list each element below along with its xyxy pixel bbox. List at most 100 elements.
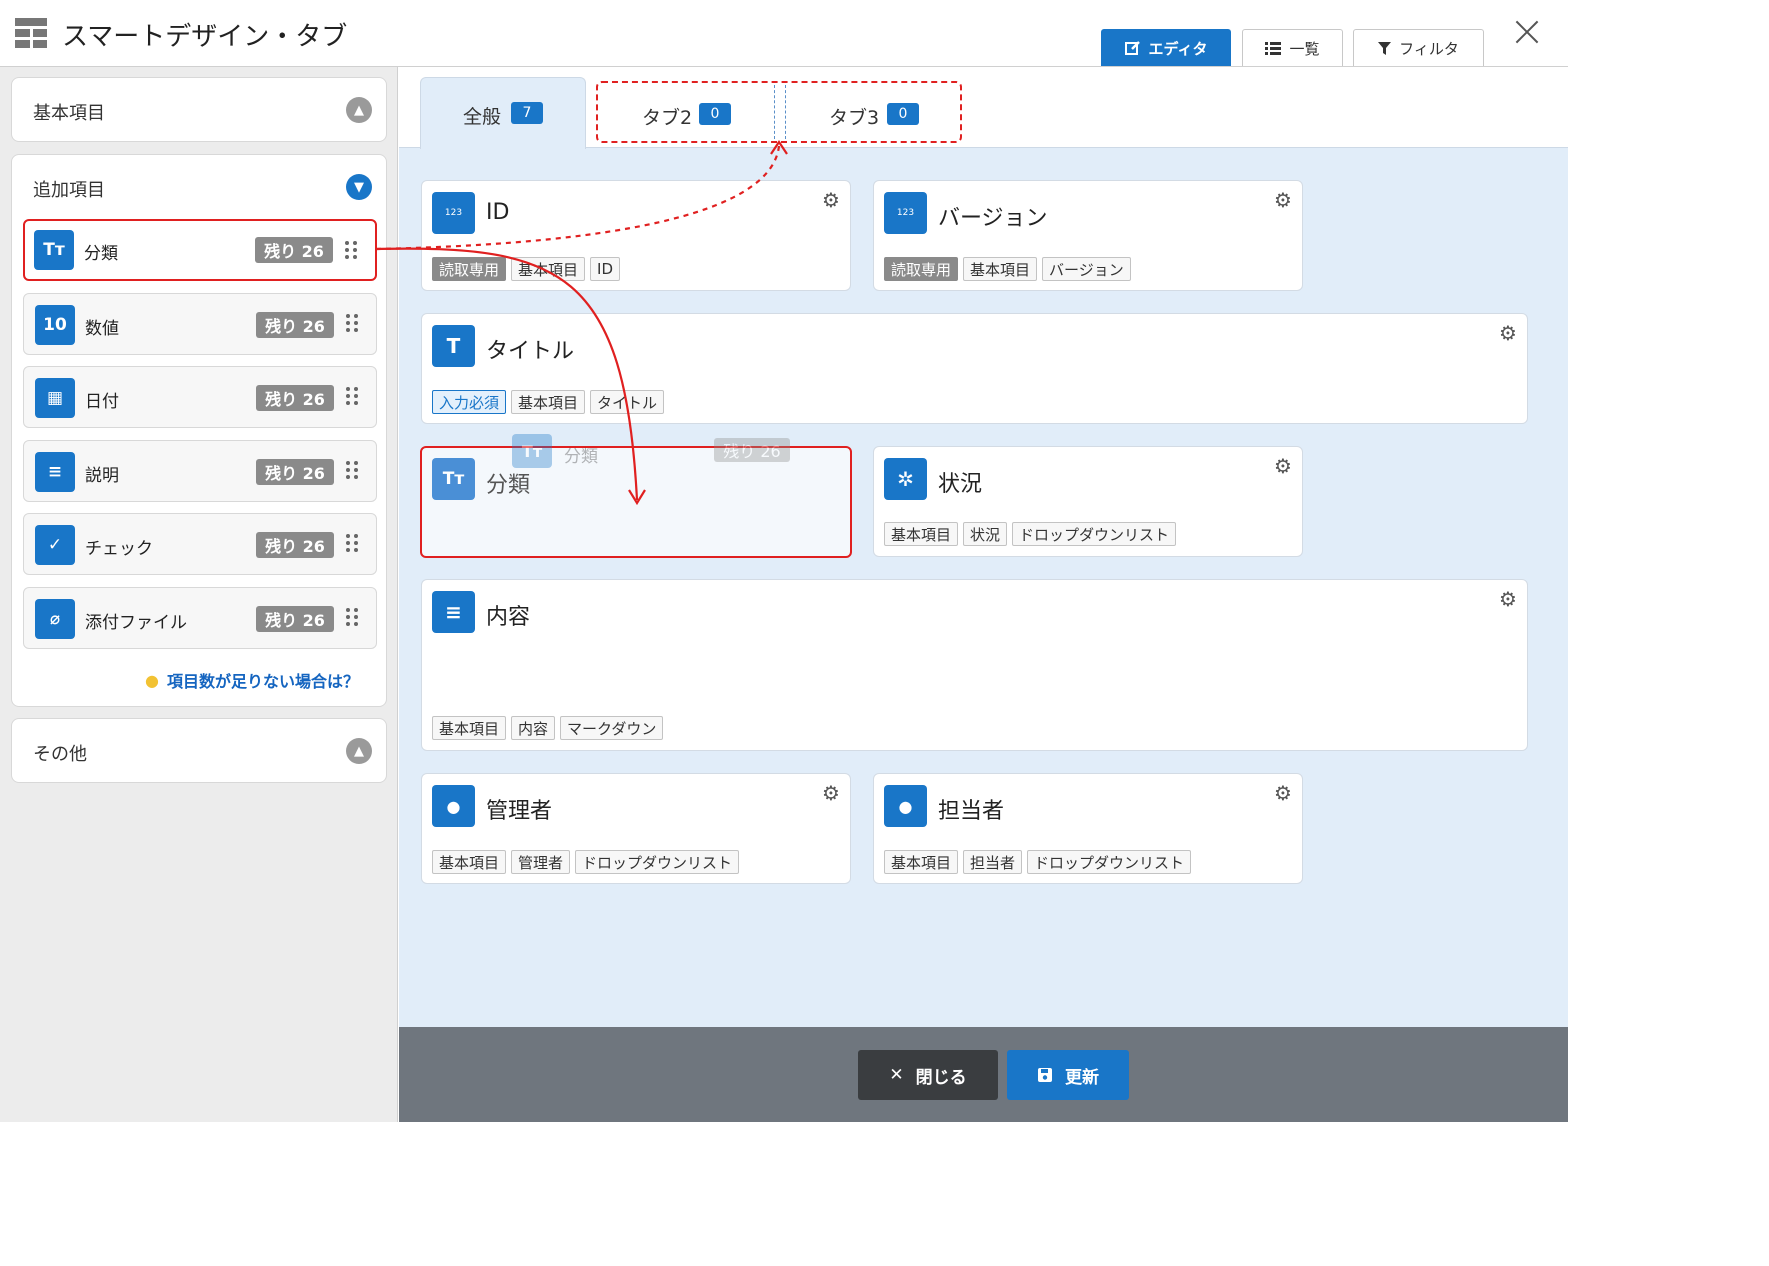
- gear-icon[interactable]: ⚙: [822, 783, 840, 803]
- table-grid-icon: [15, 18, 47, 48]
- help-link[interactable]: ● 項目数が足りない場合は？: [145, 668, 359, 692]
- number-field-icon: 123: [884, 192, 927, 234]
- field-card-status[interactable]: ✲ 状況 ⚙ 基本項目 状況 ドロップダウンリスト: [873, 446, 1303, 557]
- tab-3[interactable]: タブ3 0: [786, 85, 960, 141]
- tab-label: タブ3: [829, 107, 880, 129]
- close-icon[interactable]: [1510, 18, 1546, 48]
- field-item-label: チェック: [85, 539, 153, 559]
- card-title: タイトル: [486, 339, 575, 364]
- tag: 状況: [963, 522, 1008, 546]
- gear-icon[interactable]: ⚙: [1274, 783, 1292, 803]
- field-card-manager[interactable]: ● 管理者 ⚙ 基本項目 管理者 ドロップダウンリスト: [421, 773, 851, 884]
- accordion-other[interactable]: その他 ▲: [11, 718, 387, 783]
- edit-icon: [1124, 41, 1140, 55]
- update-button[interactable]: 更新: [1007, 1050, 1129, 1100]
- field-card-assignee[interactable]: ● 担当者 ⚙ 基本項目 担当者 ドロップダウンリスト: [873, 773, 1303, 884]
- card-tags: 読取専用 基本項目 バージョン: [884, 257, 1131, 281]
- field-item-number[interactable]: 10 数値 残り 26: [23, 293, 377, 355]
- footer-bar: ✕ 閉じる 更新: [399, 1027, 1568, 1122]
- gear-icon[interactable]: ⚙: [822, 190, 840, 210]
- close-button[interactable]: ✕ 閉じる: [858, 1050, 998, 1100]
- accordion-basic[interactable]: 基本項目 ▲: [11, 77, 387, 142]
- tag: ドロップダウンリスト: [575, 850, 740, 874]
- card-tags: 入力必須 基本項目 タイトル: [432, 390, 665, 414]
- drag-handle-icon[interactable]: [346, 461, 358, 481]
- editor-button-label: エディタ: [1148, 39, 1208, 58]
- card-tags: 基本項目 管理者 ドロップダウンリスト: [432, 850, 740, 874]
- close-icon: ✕: [889, 1065, 904, 1085]
- tag: 基本項目: [432, 716, 507, 740]
- card-title: 状況: [938, 472, 983, 497]
- editor-button[interactable]: エディタ: [1101, 29, 1231, 66]
- main-area: 全般 7 タブ2 0 タブ3 0 123 ID ⚙ 読取専用 基本項目 ID 1…: [399, 67, 1568, 1027]
- field-item-check[interactable]: ✓ チェック 残り 26: [23, 513, 377, 575]
- chevron-down-icon[interactable]: ▼: [346, 174, 372, 200]
- field-item-label: 分類: [84, 244, 118, 264]
- list-icon: [1265, 41, 1282, 55]
- card-title: 担当者: [938, 799, 1005, 824]
- list-button[interactable]: 一覧: [1242, 29, 1343, 66]
- gear-icon[interactable]: ⚙: [1274, 190, 1292, 210]
- drag-handle-icon[interactable]: [345, 241, 357, 261]
- field-card-title[interactable]: T タイトル ⚙ 入力必須 基本項目 タイトル: [421, 313, 1528, 424]
- drag-handle-icon[interactable]: [346, 608, 358, 628]
- tab-label: タブ2: [642, 107, 693, 129]
- field-card-content[interactable]: ≡ 内容 ⚙ 基本項目 内容 マークダウン: [421, 579, 1528, 751]
- calendar-icon: ▦: [35, 378, 75, 418]
- chevron-up-icon[interactable]: ▲: [346, 97, 372, 123]
- page-title: スマートデザイン・タブ: [62, 22, 348, 52]
- tab-count-badge: 7: [511, 102, 543, 124]
- lightbulb-icon: ●: [145, 670, 159, 690]
- gear-icon[interactable]: ⚙: [1499, 589, 1517, 609]
- tab-bar: 全般 7 タブ2 0 タブ3 0: [399, 67, 1568, 149]
- tag: 基本項目: [884, 522, 959, 546]
- tab-2[interactable]: タブ2 0: [598, 85, 774, 141]
- field-item-date[interactable]: ▦ 日付 残り 26: [23, 366, 377, 428]
- accordion-other-title: その他: [33, 744, 87, 765]
- tag: 基本項目: [511, 390, 586, 414]
- drag-handle-icon[interactable]: [346, 387, 358, 407]
- tag: ID: [590, 257, 621, 281]
- tag: 基本項目: [432, 850, 507, 874]
- description-icon: ≡: [35, 452, 75, 492]
- remaining-badge: 残り 26: [714, 438, 790, 462]
- text-type-icon: Tт: [512, 434, 552, 468]
- field-item-attachment[interactable]: ⌀ 添付ファイル 残り 26: [23, 587, 377, 649]
- header: スマートデザイン・タブ エディタ 一覧 フィルタ: [0, 0, 1568, 67]
- field-item-category[interactable]: Tт 分類 残り 26: [23, 219, 377, 281]
- drop-target-tabs: タブ2 0 タブ3 0: [596, 81, 962, 143]
- remaining-badge: 残り 26: [256, 312, 334, 338]
- field-item-description[interactable]: ≡ 説明 残り 26: [23, 440, 377, 502]
- accordion-extra: 追加項目 ▼ Tт 分類 残り 26 10 数値 残り 26 ▦ 日付 残り 2…: [11, 154, 387, 707]
- drag-handle-icon[interactable]: [346, 534, 358, 554]
- tag: 読取専用: [884, 257, 959, 281]
- gear-icon[interactable]: ⚙: [1499, 323, 1517, 343]
- filter-button[interactable]: フィルタ: [1353, 29, 1484, 66]
- remaining-badge: 残り 26: [256, 459, 334, 485]
- card-title: 管理者: [486, 799, 553, 824]
- person-icon: ●: [884, 785, 927, 827]
- sidebar: 基本項目 ▲ 追加項目 ▼ Tт 分類 残り 26 10 数値 残り 26 ▦ …: [0, 67, 398, 1122]
- tag: 内容: [511, 716, 556, 740]
- filter-icon: [1378, 41, 1392, 55]
- number-icon: 10: [35, 305, 75, 345]
- remaining-badge: 残り 26: [256, 606, 334, 632]
- checkmark-icon: ✓: [35, 525, 75, 565]
- gear-icon[interactable]: ⚙: [1274, 456, 1292, 476]
- tag: マークダウン: [560, 716, 664, 740]
- filter-button-label: フィルタ: [1399, 39, 1459, 58]
- text-type-icon: Tт: [432, 458, 475, 500]
- status-icon: ✲: [884, 458, 927, 500]
- card-title: ID: [486, 200, 510, 225]
- tag: 管理者: [511, 850, 571, 874]
- field-card-version[interactable]: 123 バージョン ⚙ 読取専用 基本項目 バージョン: [873, 180, 1303, 291]
- field-card-id[interactable]: 123 ID ⚙ 読取専用 基本項目 ID: [421, 180, 851, 291]
- list-button-label: 一覧: [1289, 39, 1320, 58]
- field-item-label: 添付ファイル: [85, 613, 187, 633]
- drag-handle-icon[interactable]: [346, 314, 358, 334]
- tab-general[interactable]: 全般 7: [420, 77, 586, 149]
- tag: バージョン: [1042, 257, 1131, 281]
- card-title: バージョン: [938, 206, 1048, 231]
- chevron-up-icon[interactable]: ▲: [346, 738, 372, 764]
- drag-ghost: Tт 分類 残り 26: [492, 434, 822, 476]
